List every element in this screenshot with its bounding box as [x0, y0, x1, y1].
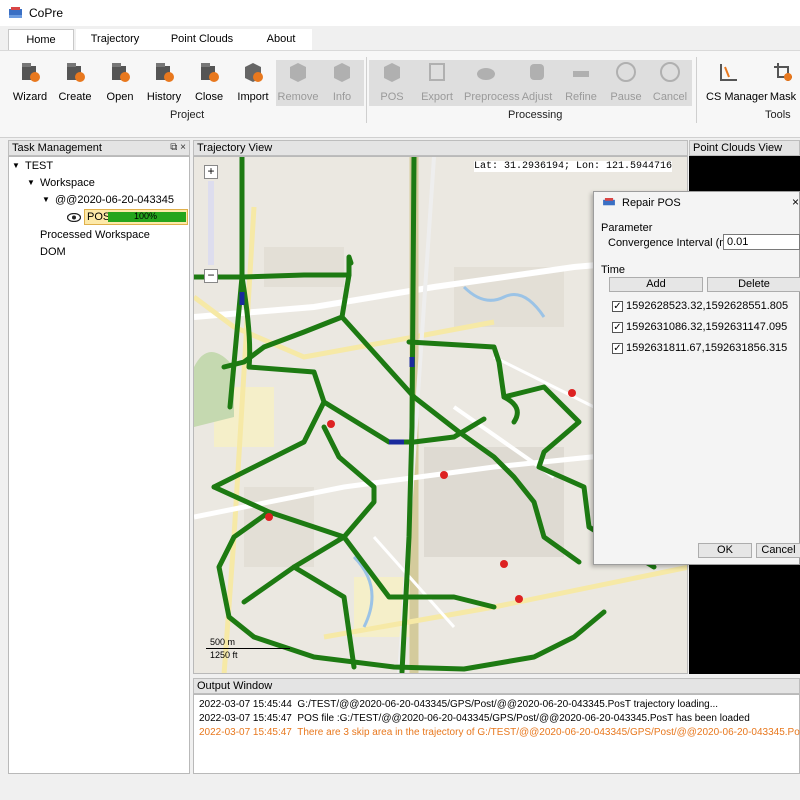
- zoom-in-button[interactable]: +: [204, 165, 218, 179]
- ok-button[interactable]: OK: [698, 543, 752, 558]
- cs-manager-button[interactable]: CS Manager: [706, 61, 768, 105]
- float-icon[interactable]: ⧉: [170, 142, 177, 153]
- app-title: CoPre: [29, 6, 64, 20]
- time-range-item: 1592631811.67,1592631856.315: [626, 342, 788, 354]
- tree-item-processed-workspace[interactable]: Processed Workspace: [40, 229, 150, 241]
- coordinate-readout: Lat: 31.2936194; Lon: 121.5944716: [474, 161, 673, 172]
- pos-button[interactable]: POS: [370, 61, 414, 105]
- tab-about[interactable]: About: [250, 29, 312, 50]
- log-line: 2022-03-07 15:45:44 G:/TEST/@@2020-06-20…: [199, 699, 719, 710]
- dialog-close-icon[interactable]: ×: [792, 195, 799, 209]
- output-window: 2022-03-07 15:45:44 G:/TEST/@@2020-06-20…: [193, 694, 800, 774]
- delete-button[interactable]: Delete: [707, 277, 800, 292]
- pause-icon: [616, 62, 636, 82]
- close-project-icon: [201, 63, 219, 82]
- create-button[interactable]: Create: [53, 61, 97, 105]
- cancel-processing-button[interactable]: Cancel: [648, 61, 692, 105]
- history-icon: [156, 63, 174, 82]
- pos-progress-bar: 100%: [108, 211, 186, 222]
- pause-button[interactable]: Pause: [604, 61, 648, 105]
- cs-manager-icon: [720, 64, 737, 81]
- group-label-processing: Processing: [508, 109, 563, 121]
- wizard-button[interactable]: Wizard: [8, 61, 52, 105]
- info-icon: [334, 63, 350, 82]
- remove-icon: [290, 63, 306, 82]
- remove-button[interactable]: Remove: [276, 61, 320, 105]
- title-bar: CoPre: [0, 0, 800, 26]
- tab-trajectory[interactable]: Trajectory: [76, 29, 154, 50]
- tab-home[interactable]: Home: [8, 29, 74, 50]
- database-icon: [530, 64, 544, 80]
- import-icon: [245, 63, 263, 82]
- chevron-down-icon[interactable]: ▼: [27, 178, 35, 187]
- pos-progress-text: 100%: [134, 211, 158, 221]
- zoom-control: + −: [204, 165, 218, 283]
- log-line-warning: 2022-03-07 15:45:47 There are 3 skip are…: [199, 727, 800, 738]
- cloud-icon: [477, 68, 495, 80]
- wizard-icon: [22, 63, 40, 82]
- log-line: 2022-03-07 15:45:47 POS file :G:/TEST/@@…: [199, 713, 750, 724]
- tree-item-workspace[interactable]: Workspace: [40, 177, 95, 189]
- task-panel-header: Task Management ⧉ ×: [8, 140, 190, 156]
- pos-icon: [384, 63, 400, 82]
- zoom-out-button[interactable]: −: [204, 269, 218, 283]
- refine-button[interactable]: Refine: [559, 61, 603, 105]
- tab-point-clouds[interactable]: Point Clouds: [154, 29, 250, 50]
- repair-pos-dialog: Repair POS × Parameter Convergence Inter…: [593, 191, 800, 565]
- open-button[interactable]: Open: [98, 61, 142, 105]
- mask-button[interactable]: Mask: [761, 61, 800, 105]
- info-button[interactable]: Info: [320, 61, 364, 105]
- convergence-label: Convergence Interval (m):: [608, 237, 736, 249]
- point-clouds-view-header: Point Clouds View: [689, 140, 800, 156]
- dialog-title: Repair POS: [622, 197, 681, 209]
- preprocess-button[interactable]: Preprocess: [464, 61, 520, 105]
- time-checkbox[interactable]: ✓: [612, 343, 623, 354]
- parameter-label: Parameter: [601, 222, 653, 234]
- refine-icon: [573, 71, 589, 77]
- ribbon-tabs: Home Trajectory Point Clouds About: [0, 26, 800, 50]
- time-checkbox[interactable]: ✓: [612, 301, 623, 312]
- open-icon: [112, 63, 130, 82]
- adjust-button[interactable]: Adjust: [515, 61, 559, 105]
- close-button[interactable]: Close: [187, 61, 231, 105]
- cancel-icon: [660, 62, 680, 82]
- output-window-header: Output Window: [193, 678, 800, 694]
- group-label-tools: Tools: [765, 109, 791, 121]
- cancel-button[interactable]: Cancel: [756, 543, 800, 558]
- add-button[interactable]: Add: [609, 277, 703, 292]
- time-range-item: 1592631086.32,1592631147.095: [626, 321, 788, 333]
- app-logo-icon: [9, 7, 22, 18]
- status-bar: [0, 775, 800, 800]
- task-tree: ▼ TEST ▼ Workspace ▼ @@2020-06-20-043345…: [8, 156, 190, 774]
- map-scale-bar: 500 m 1250 ft: [204, 635, 290, 663]
- time-range-item: 1592628523.32,1592628551.805: [626, 300, 789, 312]
- close-icon[interactable]: ×: [180, 142, 186, 153]
- import-button[interactable]: Import: [231, 61, 275, 105]
- tree-item-dom[interactable]: DOM: [40, 246, 66, 258]
- crop-icon: [774, 63, 792, 81]
- app-logo-icon: [603, 198, 615, 206]
- export-button[interactable]: Export: [415, 61, 459, 105]
- group-label-project: Project: [170, 109, 205, 121]
- tree-item-root[interactable]: TEST: [25, 160, 53, 172]
- zoom-slider[interactable]: [208, 181, 214, 265]
- time-checkbox[interactable]: ✓: [612, 322, 623, 333]
- tree-item-pos[interactable]: POS 100%: [84, 209, 188, 225]
- trajectory-view-header: Trajectory View: [193, 140, 688, 156]
- chevron-down-icon[interactable]: ▼: [42, 195, 50, 204]
- time-label: Time: [601, 264, 626, 276]
- chevron-down-icon[interactable]: ▼: [12, 161, 20, 170]
- export-icon: [429, 63, 445, 81]
- convergence-input[interactable]: 0.01: [723, 234, 800, 250]
- eye-icon[interactable]: [67, 213, 81, 222]
- tree-item-dataset[interactable]: @@2020-06-20-043345: [55, 194, 174, 206]
- ribbon-toolbar: Wizard Create Open History Close Import …: [0, 50, 800, 138]
- create-icon: [67, 63, 85, 82]
- history-button[interactable]: History: [142, 61, 186, 105]
